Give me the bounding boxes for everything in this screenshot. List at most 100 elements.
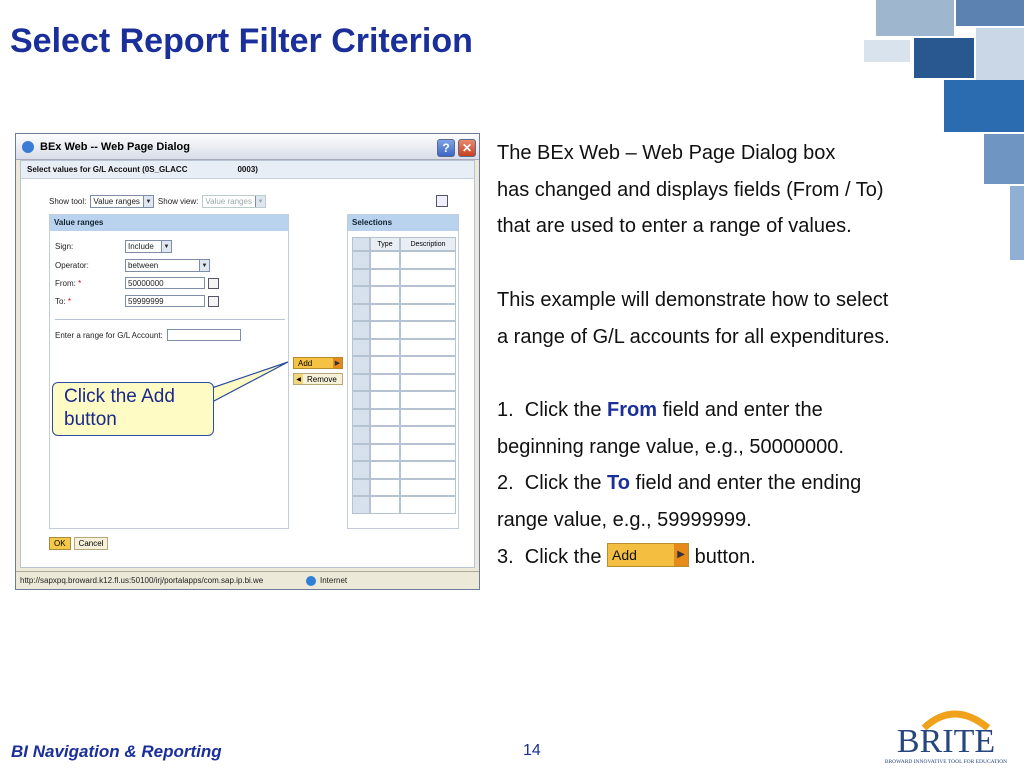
arrow-left-icon: ◀: [294, 374, 303, 384]
properties-icon[interactable]: [436, 195, 448, 207]
desc-line: range value, e.g., 59999999.: [497, 509, 752, 531]
dialog-header: Select values for G/L Account (0S_GLACC …: [21, 161, 474, 179]
dialog-titlebar: BEx Web -- Web Page Dialog: [16, 134, 479, 160]
table-row[interactable]: [352, 321, 456, 339]
to-keyword: To: [607, 472, 630, 495]
desc-line: that are used to enter a range of values…: [497, 215, 852, 238]
cancel-button[interactable]: Cancel: [73, 537, 109, 550]
tool-toolbar: Show tool: Value ranges ▼ Show view: Val…: [49, 195, 266, 208]
table-row[interactable]: [352, 303, 456, 321]
add-button-label: Add: [298, 358, 313, 368]
from-field[interactable]: 50000000: [125, 277, 205, 289]
calendar-icon[interactable]: [208, 277, 219, 289]
add-button[interactable]: Add ▶: [293, 357, 343, 369]
page-number: 14: [523, 742, 541, 759]
remove-button-label: Remove: [307, 374, 337, 384]
show-view-dropdown: Value ranges ▼: [202, 195, 266, 208]
table-row[interactable]: [352, 461, 456, 479]
dialog-header-label: Select values for G/L Account (0S_GLACC: [27, 165, 188, 174]
table-row[interactable]: [352, 478, 456, 496]
dialog-header-code: 0003): [237, 165, 258, 174]
desc-line: This example will demonstrate how to sel…: [497, 288, 889, 311]
table-row[interactable]: [352, 408, 456, 426]
table-row[interactable]: [352, 356, 456, 374]
globe-icon: [306, 575, 316, 586]
table-row[interactable]: [352, 496, 456, 514]
operator-value: between: [128, 261, 159, 270]
operator-label: Operator:: [55, 261, 89, 270]
step-1: 1. Click the From field and enter the: [497, 398, 823, 421]
arrow-right-icon: ▶: [674, 544, 689, 567]
close-icon[interactable]: ✕: [458, 139, 476, 157]
range-field[interactable]: [166, 329, 241, 341]
footer-course-title: BI Navigation & Reporting: [11, 742, 222, 761]
range-label: Enter a range for G/L Account:: [55, 330, 163, 340]
brite-logo: BRITE BROWARD INNOVATIVE TOOL FOR EDUCAT…: [885, 710, 1007, 765]
from-row: From: * 50000000: [55, 277, 219, 289]
step-3: 3. Click the Add ▶ button.: [497, 539, 1017, 576]
help-icon[interactable]: ?: [437, 139, 455, 157]
calendar-icon[interactable]: [208, 295, 219, 307]
col-description: Description: [400, 237, 456, 251]
to-row: To: * 59999999: [55, 295, 219, 307]
dropdown-arrow-icon: ▼: [199, 260, 209, 271]
dropdown-arrow-icon: ▼: [161, 241, 171, 252]
show-view-label: Show view:: [157, 197, 199, 206]
range-row: Enter a range for G/L Account:: [55, 329, 241, 341]
table-row[interactable]: [352, 426, 456, 444]
ok-cancel-group: OK Cancel: [49, 537, 109, 550]
status-bar: http://sapxpq.broward.k12.fl.us:50100/ir…: [16, 571, 479, 589]
desc-line: a range of G/L accounts for all expendit…: [497, 325, 890, 348]
slide-title: Select Report Filter Criterion: [10, 22, 473, 60]
inline-add-button-image: Add ▶: [607, 543, 690, 568]
selections-table: Type Description: [352, 237, 456, 514]
selections-title: Selections: [348, 215, 458, 231]
col-type: Type: [370, 237, 400, 251]
operator-row: Operator: between ▼: [55, 259, 210, 272]
sign-value: Include: [128, 242, 154, 251]
value-ranges-panel: Value ranges Sign: Include ▼ Operator: b…: [49, 214, 289, 529]
status-zone: Internet: [320, 576, 348, 585]
arrow-right-icon: ▶: [333, 358, 342, 368]
table-row[interactable]: [352, 286, 456, 304]
table-row[interactable]: [352, 443, 456, 461]
table-row[interactable]: [352, 391, 456, 409]
show-tool-dropdown[interactable]: Value ranges ▼: [90, 195, 154, 208]
from-keyword: From: [607, 398, 658, 421]
status-url: http://sapxpq.broward.k12.fl.us:50100/ir…: [20, 576, 264, 585]
instructions: The BEx Web – Web Page Dialog box has ch…: [497, 135, 1017, 575]
to-label: To: *: [55, 296, 72, 306]
dropdown-arrow-icon: ▼: [254, 196, 265, 207]
sign-row: Sign: Include ▼: [55, 240, 172, 253]
ok-button[interactable]: OK: [49, 537, 71, 550]
divider: [55, 319, 285, 320]
desc-line: has changed and displays fields (From / …: [497, 178, 884, 201]
to-field[interactable]: 59999999: [125, 295, 205, 307]
dropdown-arrow-icon: ▼: [142, 196, 153, 207]
value-ranges-title: Value ranges: [50, 215, 288, 231]
desc-line: beginning range value, e.g., 50000000.: [497, 435, 844, 458]
operator-dropdown[interactable]: between ▼: [125, 259, 210, 272]
svg-text:BRITE: BRITE: [897, 723, 995, 760]
remove-button[interactable]: ◀ Remove: [293, 373, 343, 385]
svg-text:BROWARD INNOVATIVE TOOL FOR ED: BROWARD INNOVATIVE TOOL FOR EDUCATION: [885, 759, 1007, 765]
desc-line: The BEx Web – Web Page Dialog box: [497, 142, 836, 164]
table-row[interactable]: [352, 251, 456, 269]
bex-web-dialog: BEx Web -- Web Page Dialog ? ✕ Select va…: [15, 133, 480, 590]
table-row[interactable]: [352, 268, 456, 286]
ie-icon: [22, 140, 34, 153]
table-row[interactable]: [352, 373, 456, 391]
table-row[interactable]: [352, 338, 456, 356]
sign-label: Sign:: [55, 242, 74, 251]
dialog-title: BEx Web -- Web Page Dialog: [40, 140, 190, 153]
dialog-content: Select values for G/L Account (0S_GLACC …: [20, 160, 475, 568]
from-label: From: *: [55, 278, 82, 288]
selections-panel: Selections Type Description: [347, 214, 459, 529]
show-tool-label: Show tool:: [49, 197, 87, 206]
sign-dropdown[interactable]: Include ▼: [125, 240, 172, 253]
callout-click-add: Click the Add button: [52, 382, 214, 436]
show-view-value: Value ranges: [205, 197, 252, 206]
show-tool-value: Value ranges: [93, 197, 140, 206]
selections-header: Type Description: [352, 237, 456, 251]
step-2: 2. Click the To field and enter the endi…: [497, 472, 862, 495]
